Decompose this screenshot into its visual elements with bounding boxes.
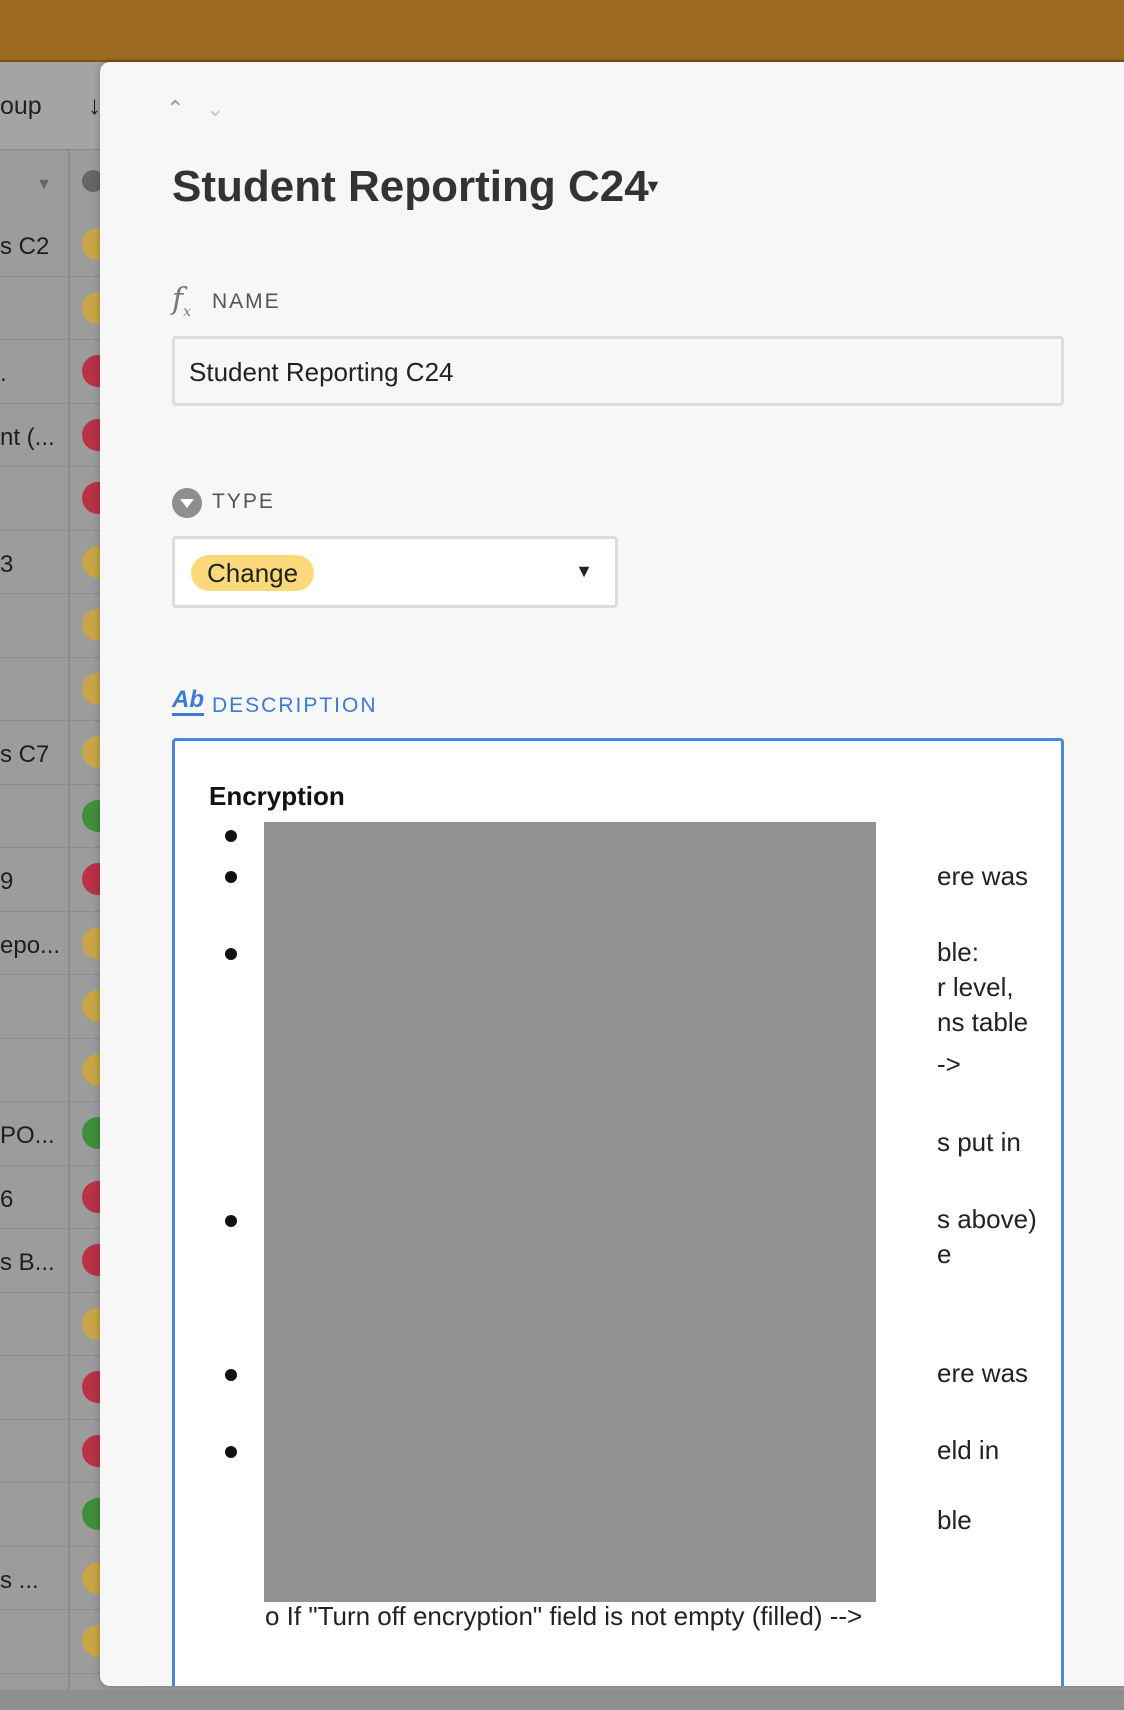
bullet-icon bbox=[225, 1369, 237, 1381]
chevron-down-icon[interactable]: ▼ bbox=[36, 176, 52, 194]
text-fragment: s above) bbox=[937, 1204, 1037, 1234]
bullet-icon bbox=[225, 948, 237, 960]
text-fragment: ble bbox=[937, 1505, 972, 1535]
text-fragment: r level, bbox=[937, 972, 1014, 1002]
row-primary-cell: PO... bbox=[0, 1122, 55, 1149]
type-chip: Change bbox=[191, 555, 315, 591]
type-select[interactable]: Change ▼ bbox=[172, 536, 618, 608]
description-last-line: o If "Turn off encryption" field is not … bbox=[265, 1601, 863, 1631]
top-bar bbox=[0, 0, 1124, 62]
chevron-up-icon[interactable]: ⌃ bbox=[166, 96, 184, 122]
bullet-icon bbox=[225, 1446, 237, 1458]
formula-icon: fx bbox=[172, 282, 192, 320]
bullet-icon bbox=[225, 830, 237, 842]
bullet-icon bbox=[225, 871, 237, 883]
row-primary-cell: 6 bbox=[0, 1185, 14, 1213]
name-field-label: NAME bbox=[212, 290, 281, 313]
single-select-icon bbox=[172, 488, 202, 518]
expanded-record-panel: ⌃ ⌄ Student Reporting C24 ▼ fx NAME Stud… bbox=[100, 62, 1124, 1686]
row-primary-cell: s B... bbox=[0, 1249, 55, 1276]
caret-down-icon[interactable]: ▼ bbox=[644, 176, 662, 197]
name-field[interactable]: Student Reporting C24 bbox=[172, 336, 1064, 406]
text-fragment: ns table bbox=[937, 1007, 1029, 1037]
text-fragment: e bbox=[937, 1239, 952, 1269]
text-fragment: eld in bbox=[937, 1435, 1000, 1465]
long-text-icon: Ab bbox=[172, 688, 204, 716]
description-heading: Encryption bbox=[209, 781, 345, 811]
row-primary-cell: 9 bbox=[0, 868, 14, 895]
redacted-block bbox=[264, 822, 876, 1602]
type-field-label: TYPE bbox=[212, 490, 275, 513]
row-primary-cell: s ... bbox=[0, 1566, 39, 1594]
text-fragment: ble: bbox=[937, 937, 979, 967]
row-primary-cell: nt (... bbox=[0, 423, 55, 451]
group-button-label[interactable]: oup bbox=[0, 92, 42, 121]
row-primary-cell: . bbox=[0, 360, 7, 387]
text-fragment: ere was bbox=[937, 861, 1029, 891]
text-fragment: ere was bbox=[937, 1358, 1029, 1388]
caret-down-icon[interactable]: ▼ bbox=[575, 561, 593, 582]
text-fragment: s put in bbox=[937, 1127, 1021, 1157]
row-primary-cell: s C2 bbox=[0, 233, 50, 260]
description-editor[interactable]: Encryption ere was ble: r level, ns tabl… bbox=[172, 738, 1064, 1686]
row-primary-cell: s C7 bbox=[0, 741, 50, 768]
record-title[interactable]: Student Reporting C24 bbox=[172, 162, 649, 212]
row-primary-cell: 3 bbox=[0, 550, 14, 578]
text-fragment: -> bbox=[937, 1049, 961, 1079]
row-primary-cell: epo... bbox=[0, 931, 61, 959]
description-field-label: DESCRIPTION bbox=[212, 694, 378, 717]
bullet-icon bbox=[225, 1215, 237, 1227]
horizontal-scrollbar[interactable] bbox=[0, 1690, 1124, 1710]
chevron-down-icon[interactable]: ⌄ bbox=[206, 96, 224, 122]
